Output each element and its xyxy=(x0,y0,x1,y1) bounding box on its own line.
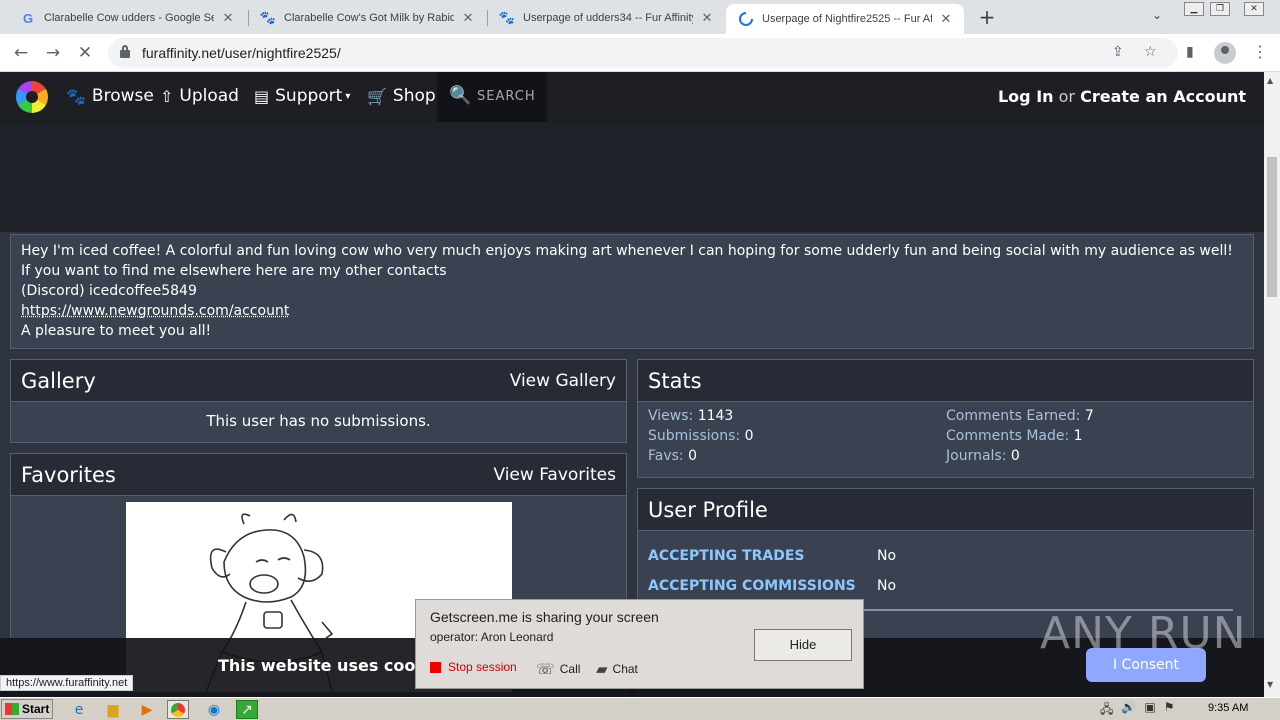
tab-search-chevron-icon[interactable]: ⌄ xyxy=(1152,8,1162,22)
new-tab-button[interactable]: + xyxy=(976,6,998,28)
hide-button[interactable]: Hide xyxy=(754,629,852,661)
tab-close-icon[interactable]: ✕ xyxy=(938,11,954,27)
scrollbar-thumb[interactable] xyxy=(1267,157,1277,297)
system-tray: 🖧 🔊 ▣ ⚑ xyxy=(1100,700,1174,720)
folder-icon[interactable]: ▆ xyxy=(102,700,124,719)
tray-volume-icon[interactable]: 🔊 xyxy=(1121,700,1136,720)
nav-support[interactable]: ▤ Support ▾ xyxy=(254,86,350,106)
tray-flag-icon[interactable]: ⚑ xyxy=(1164,700,1175,720)
user-profile-title: User Profile xyxy=(648,498,768,522)
tab-udders34[interactable]: 🐾 Userpage of udders34 -- Fur Affinity ✕ xyxy=(487,4,725,32)
cart-icon: 🛒 xyxy=(367,86,387,106)
favorites-title: Favorites xyxy=(21,463,116,487)
anyrun-watermark: ANY RUN xyxy=(1040,608,1247,659)
login-area: Log In or Create an Account xyxy=(997,87,1246,106)
chat-bubble-icon: ▰ xyxy=(596,661,608,678)
gallery-empty-message: This user has no submissions. xyxy=(206,412,431,430)
view-favorites-link[interactable]: View Favorites xyxy=(493,465,616,485)
view-gallery-link[interactable]: View Gallery xyxy=(510,371,616,391)
google-icon: G xyxy=(22,10,34,26)
back-icon[interactable]: ← xyxy=(10,42,32,64)
create-account-link[interactable]: Create an Account xyxy=(1080,87,1246,106)
stat-submissions: Submissions: 0 xyxy=(648,428,754,444)
screen-share-popup: Getscreen.me is sharing your screen oper… xyxy=(415,599,864,689)
tray-network-icon[interactable]: 🖧 xyxy=(1100,700,1113,720)
share-operator: operator: Aron Leonard xyxy=(430,630,554,644)
nav-upload[interactable]: ⇧ Upload xyxy=(160,86,239,106)
stop-square-icon xyxy=(430,661,441,673)
user-bio: Hey I'm iced coffee! A colorful and fun … xyxy=(10,234,1254,349)
stat-comments-made: Comments Made: 1 xyxy=(946,428,1083,444)
gallery-title: Gallery xyxy=(21,369,96,393)
side-panel-icon[interactable]: ▮ xyxy=(1186,44,1194,60)
stat-comments-earned: Comments Earned: 7 xyxy=(946,408,1094,424)
tab-close-icon[interactable]: ✕ xyxy=(220,10,236,26)
stats-title: Stats xyxy=(648,369,702,393)
stat-favs: Favs: 0 xyxy=(648,448,698,464)
newgrounds-link[interactable]: https://www.newgrounds.com/account xyxy=(21,303,289,319)
share-title: Getscreen.me is sharing your screen xyxy=(430,609,659,625)
bookmark-star-icon[interactable]: ☆ xyxy=(1144,44,1157,60)
status-bar-url: https://www.furaffinity.net xyxy=(0,675,134,691)
ie-icon[interactable]: e xyxy=(68,700,90,719)
tab-google-search[interactable]: G Clarabelle Cow udders - Google Sear ✕ xyxy=(8,4,246,32)
close-window-button[interactable]: ✕ xyxy=(1244,2,1264,16)
profile-avatar-icon[interactable] xyxy=(1214,42,1236,64)
scroll-up-arrow[interactable]: ▲ xyxy=(1267,76,1273,85)
taskbar-clock: 9:35 AM xyxy=(1208,702,1249,714)
share-icon[interactable]: ⇪ xyxy=(1112,44,1124,60)
stop-session-button[interactable]: Stop session xyxy=(430,660,517,674)
edge-icon[interactable]: ◉ xyxy=(203,700,225,719)
lock-icon[interactable] xyxy=(120,45,130,58)
windows-flag-icon xyxy=(5,703,19,715)
scroll-down-arrow[interactable]: ▼ xyxy=(1267,680,1273,689)
gallery-panel: Gallery View Gallery This user has no su… xyxy=(10,359,627,443)
tab-close-icon[interactable]: ✕ xyxy=(460,10,476,26)
page-scrollbar[interactable]: ▲ ▼ xyxy=(1264,72,1280,697)
login-link[interactable]: Log In xyxy=(998,87,1054,106)
chrome-icon[interactable] xyxy=(167,700,189,719)
forward-icon[interactable]: → xyxy=(42,42,64,64)
nav-shop[interactable]: 🛒 Shop xyxy=(367,86,436,106)
address-bar-row: ← → ✕ furaffinity.net/user/nightfire2525… xyxy=(0,34,1280,72)
browser-tab-bar: G Clarabelle Cow udders - Google Sear ✕ … xyxy=(0,0,1280,34)
site-nav: 🐾 Browse ⇧ Upload ▤ Support ▾ 🛒 Shop 🔍 S… xyxy=(0,72,1264,122)
paw-icon: 🐾 xyxy=(259,10,277,25)
minimize-button[interactable]: ▁ xyxy=(1184,2,1204,16)
nav-browse[interactable]: 🐾 Browse xyxy=(66,86,154,106)
support-icon: ▤ xyxy=(254,86,270,106)
tab-clarabelle-got-milk[interactable]: 🐾 Clarabelle Cow's Got Milk by Rabid -- … xyxy=(248,4,486,32)
restore-button[interactable]: ❐ xyxy=(1210,2,1230,16)
start-button[interactable]: Start xyxy=(1,699,53,719)
profile-banner xyxy=(0,122,1264,232)
upload-icon: ⇧ xyxy=(160,86,174,106)
call-button[interactable]: ☏ Call xyxy=(536,660,580,678)
tab-close-icon[interactable]: ✕ xyxy=(699,10,715,26)
stat-journals: Journals: 0 xyxy=(946,448,1020,464)
omnibox[interactable]: furaffinity.net/user/nightfire2525/ ⇪ ☆ xyxy=(108,38,1178,68)
media-player-icon[interactable]: ▶ xyxy=(136,700,158,719)
furaffinity-logo[interactable] xyxy=(16,81,48,113)
paw-icon: 🐾 xyxy=(66,86,86,106)
taskbar: Start e ▆ ▶ ◉ ↗ 🖧 🔊 ▣ ⚑ 9:35 AM xyxy=(0,697,1280,720)
phone-icon: ☏ xyxy=(536,661,555,678)
browser-menu-icon[interactable]: ⋮ xyxy=(1252,42,1268,61)
caret-down-icon: ▾ xyxy=(345,90,351,102)
stats-panel: Stats Views: 1143 Submissions: 0 Favs: 0… xyxy=(637,359,1254,478)
paw-icon: 🐾 xyxy=(498,10,516,25)
search-icon: 🔍 xyxy=(449,85,472,106)
tray-device-icon[interactable]: ▣ xyxy=(1144,700,1155,720)
loading-icon xyxy=(738,11,754,27)
getscreen-icon[interactable]: ↗ xyxy=(236,700,258,719)
nav-search[interactable]: 🔍 SEARCH xyxy=(437,72,547,122)
chat-button[interactable]: ▰ Chat xyxy=(596,660,638,678)
url-text[interactable]: furaffinity.net/user/nightfire2525/ xyxy=(142,45,341,61)
stop-loading-icon[interactable]: ✕ xyxy=(74,42,96,64)
stat-views: Views: 1143 xyxy=(648,408,734,424)
tab-nightfire2525[interactable]: Userpage of Nightfire2525 -- Fur Aff ✕ xyxy=(726,4,964,34)
